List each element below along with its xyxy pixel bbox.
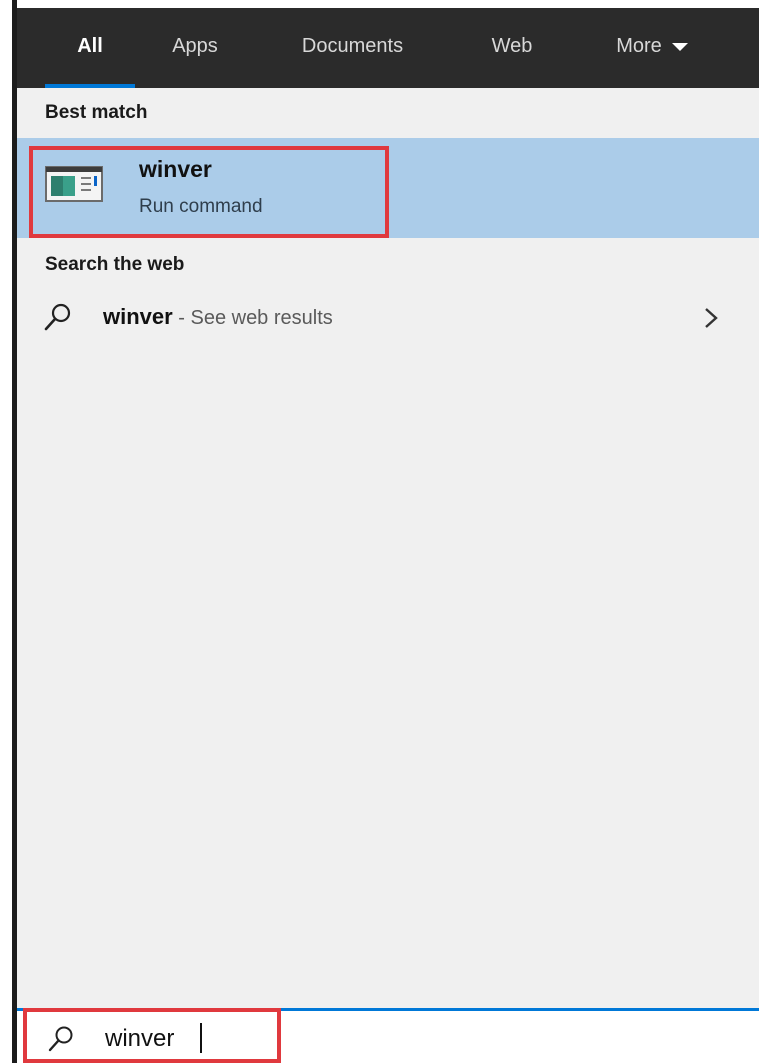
web-result-item[interactable]: winver - See web results: [17, 294, 759, 344]
chevron-right-icon: [705, 308, 718, 328]
annotation-box-best-match: [29, 146, 389, 238]
tab-all-label: All: [77, 35, 103, 57]
desktop-edge: [0, 0, 12, 1063]
screenshot-frame: All Apps Documents Web More Best match w…: [0, 0, 759, 1063]
search-web-header: Search the web: [45, 254, 185, 275]
tab-more-label: More: [616, 35, 662, 57]
web-result-suffix: - See web results: [172, 307, 333, 329]
search-tabs: All Apps Documents Web More: [17, 8, 759, 88]
tab-documents-label: Documents: [301, 35, 404, 57]
tab-active-indicator: [45, 84, 135, 88]
web-result-text: winver - See web results: [103, 304, 333, 330]
annotation-box-search-input: [23, 1008, 281, 1063]
tab-apps-label: Apps: [172, 35, 218, 57]
search-icon: [44, 303, 71, 331]
best-match-header: Best match: [45, 102, 148, 123]
tab-web[interactable]: Web: [472, 8, 552, 88]
tab-all[interactable]: All: [45, 8, 135, 88]
tab-more[interactable]: More: [587, 8, 717, 88]
caret-down-icon: [671, 42, 688, 51]
search-panel: All Apps Documents Web More Best match w…: [17, 8, 759, 1063]
web-result-query: winver: [103, 304, 173, 329]
tab-apps[interactable]: Apps: [155, 8, 235, 88]
tab-web-label: Web: [491, 35, 533, 57]
tab-documents[interactable]: Documents: [275, 8, 430, 88]
